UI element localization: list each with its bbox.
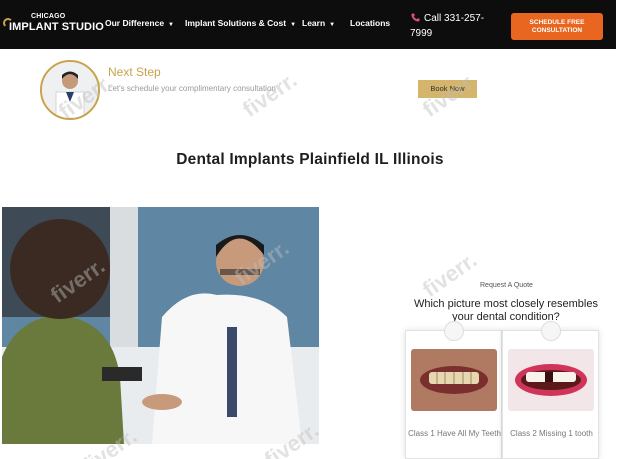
quote-card-class-2[interactable]: Class 2 Missing 1 tooth [502, 321, 599, 459]
card-label: Class 2 Missing 1 tooth [510, 429, 593, 438]
check-icon [444, 321, 464, 341]
doctor-avatar [40, 60, 100, 120]
nav-locations[interactable]: Locations [350, 18, 390, 28]
teeth-image-missing [508, 349, 594, 411]
cta-line-1: SCHEDULE FREE [529, 19, 585, 26]
schedule-consultation-button[interactable]: SCHEDULE FREE CONSULTATION [511, 13, 603, 40]
next-step-title: Next Step [108, 65, 161, 79]
chevron-down-icon: ▼ [329, 22, 336, 28]
nav-implant-solutions[interactable]: Implant Solutions & Cost ▼ [185, 18, 296, 28]
book-now-button[interactable]: Book Now [418, 80, 477, 98]
cta-line-2: CONSULTATION [531, 26, 583, 34]
page-title: Dental Implants Plainfield IL Illinois [176, 151, 444, 168]
nav-label: Locations [350, 18, 391, 28]
watermark: fiverr. [417, 247, 482, 303]
dentist-consultation-photo [2, 207, 319, 444]
quote-card-class-1[interactable]: Class 1 Have All My Teeth [405, 321, 502, 459]
card-label: Class 1 Have All My Teeth [408, 429, 501, 438]
chevron-down-icon: ▼ [290, 22, 297, 28]
site-header: CHICAGO IMPLANT STUDIO Our Difference ▼ I… [0, 0, 616, 49]
logo-top-text: CHICAGO [31, 13, 66, 20]
check-icon [541, 321, 561, 341]
nav-label: Learn [302, 18, 326, 28]
nav-our-difference[interactable]: Our Difference ▼ [105, 18, 174, 28]
teeth-image-full [411, 349, 497, 411]
phone-link[interactable]: Call 331-257-7999 [410, 11, 500, 41]
watermark: fiverr. [237, 67, 302, 123]
site-logo[interactable]: CHICAGO IMPLANT STUDIO [3, 12, 104, 36]
request-quote-label: Request A Quote [480, 282, 533, 289]
logo-main-text: IMPLANT STUDIO [9, 21, 104, 33]
nav-label: Our Difference [105, 18, 165, 28]
chevron-down-icon: ▼ [168, 22, 174, 28]
quote-question: Which picture most closely resembles you… [413, 298, 598, 323]
nav-label: Implant Solutions & Cost [185, 18, 287, 28]
nav-learn[interactable]: Learn ▼ [302, 18, 335, 28]
next-step-subtitle: Let's schedule your complimentary consul… [108, 84, 276, 93]
